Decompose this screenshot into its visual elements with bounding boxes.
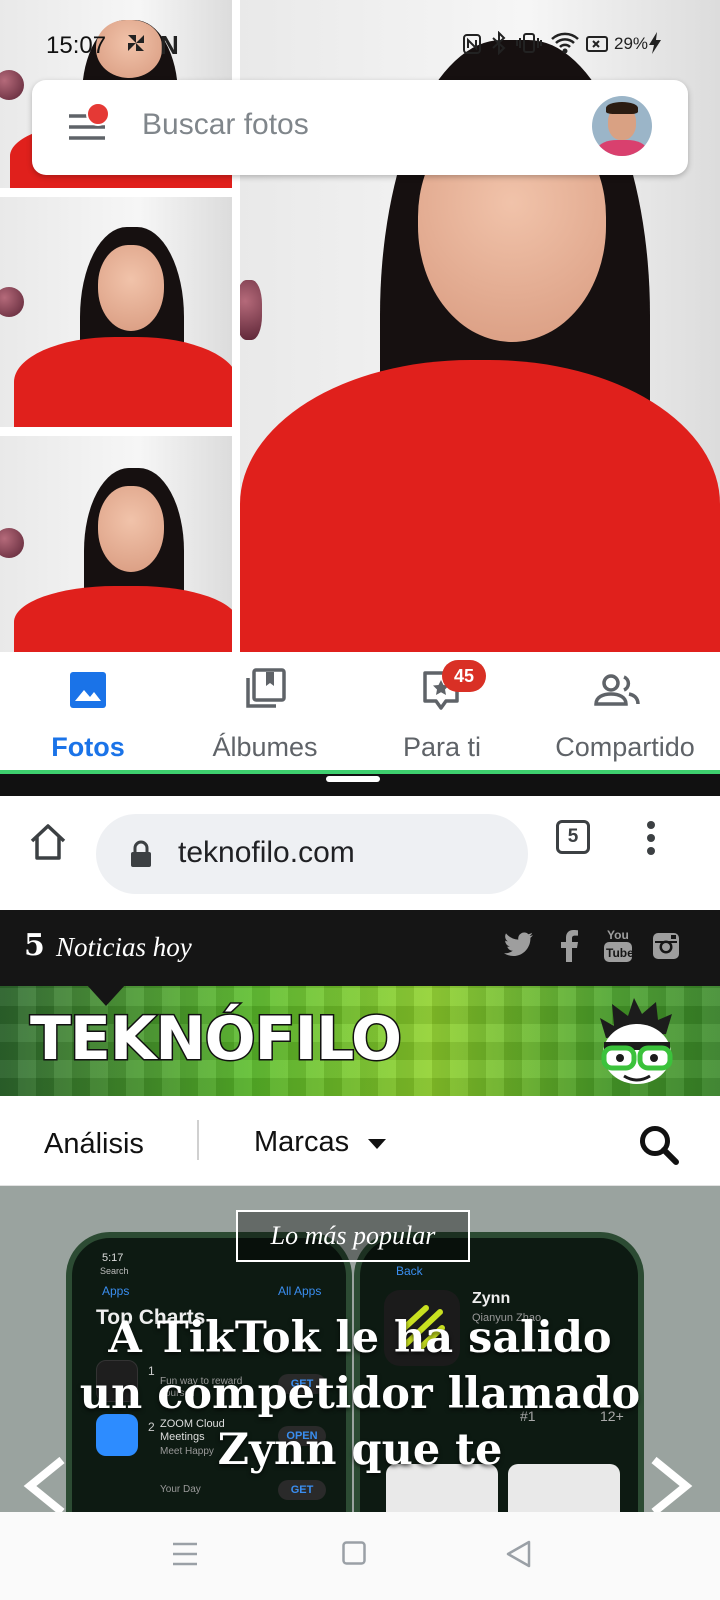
instagram-icon[interactable]	[652, 932, 680, 960]
twitter-icon[interactable]	[504, 932, 534, 958]
article-headline[interactable]: A TikTok le ha salido un competidor llam…	[70, 1310, 650, 1478]
popular-tag: Lo más popular	[236, 1210, 470, 1262]
home-button-icon[interactable]	[342, 1541, 366, 1565]
tab-para-ti[interactable]: 45 Para ti	[354, 660, 530, 770]
netflix-icon: N	[160, 30, 179, 60]
vibrate-icon	[516, 32, 542, 54]
site-logo-banner[interactable]: TEKNÓFILO	[0, 986, 720, 1096]
status-bar: 15:07 N 29%	[0, 0, 720, 62]
tab-label: Fotos	[51, 732, 125, 762]
svg-text:You: You	[607, 928, 629, 942]
tab-fotos[interactable]: Fotos	[0, 666, 176, 770]
phone-back-link: Back	[396, 1264, 423, 1278]
facebook-icon[interactable]	[560, 930, 578, 962]
caret-down-icon[interactable]	[368, 1139, 386, 1149]
phone-apps-link: Apps	[102, 1284, 130, 1298]
tab-label: Compartido	[555, 732, 695, 762]
search-input[interactable]: Buscar fotos	[142, 108, 309, 142]
split-screen-divider[interactable]	[0, 770, 720, 796]
youtube-icon[interactable]: You Tube	[604, 926, 632, 964]
albums-icon	[244, 668, 286, 710]
avatar[interactable]	[592, 96, 652, 156]
status-time: 15:07	[46, 32, 107, 59]
wifi-icon	[550, 31, 580, 55]
battery-percent: 29%	[614, 34, 649, 53]
divider-handle[interactable]	[326, 776, 380, 782]
tab-compartido[interactable]: Compartido	[530, 666, 720, 770]
phone-time: 5:17	[102, 1252, 124, 1264]
featured-article[interactable]: 5:17 Search Apps All Apps Top Charts 1 F…	[0, 1186, 720, 1512]
photo-thumbnail[interactable]	[0, 436, 232, 652]
phone-back-label: Search	[100, 1266, 129, 1276]
site-menu: Análisis Marcas	[0, 1096, 720, 1186]
phone-all-apps: All Apps	[278, 1284, 322, 1298]
search-icon[interactable]	[638, 1124, 680, 1166]
back-icon[interactable]	[506, 1540, 532, 1568]
site-logo: TEKNÓFILO	[28, 1003, 403, 1076]
system-nav-bar	[0, 1512, 720, 1600]
tab-label: Para ti	[402, 732, 482, 762]
photo-thumbnail[interactable]	[0, 197, 232, 427]
pinwheel-icon	[124, 31, 148, 55]
phone-app-title: Zynn	[472, 1290, 511, 1307]
tab-albumes[interactable]: Álbumes	[176, 666, 354, 770]
charging-icon	[648, 31, 662, 55]
browser-toolbar: teknofilo.com 5	[0, 796, 720, 910]
photos-search-bar[interactable]: Buscar fotos	[32, 80, 688, 175]
address-bar[interactable]: teknofilo.com	[96, 814, 528, 894]
mascot-icon	[596, 998, 678, 1086]
news-count: 5	[24, 928, 45, 963]
url-text: teknofilo.com	[178, 836, 355, 869]
photos-bottom-nav: Fotos Álbumes 45 Para ti Compartido	[0, 660, 720, 770]
notification-dot	[86, 102, 110, 126]
battery-icon	[586, 34, 610, 54]
photo-icon	[70, 672, 106, 708]
menu-item-marcas[interactable]: Marcas	[254, 1126, 349, 1159]
photos-app: 15:07 N 29% Buscar fotos Fotos Álbumes 4…	[0, 0, 720, 770]
notification-badge: 45	[442, 660, 486, 692]
phone-sub: Your Day	[160, 1484, 201, 1495]
site-topbar: 5 Noticias hoy You Tube	[0, 910, 720, 986]
menu-item-analisis[interactable]: Análisis	[44, 1128, 144, 1161]
carousel-prev-icon[interactable]	[22, 1456, 66, 1512]
tab-count: 5	[567, 826, 579, 847]
shared-icon	[594, 674, 640, 706]
lock-icon	[130, 840, 152, 868]
nfc-icon	[462, 33, 482, 55]
svg-text:Tube: Tube	[606, 946, 632, 960]
news-today-link[interactable]: Noticias hoy	[56, 932, 192, 963]
tab-switcher-button[interactable]: 5	[556, 820, 590, 854]
bluetooth-icon	[490, 31, 508, 55]
phone-get-button: GET	[278, 1480, 326, 1500]
recent-apps-icon[interactable]	[172, 1542, 198, 1566]
menu-separator	[197, 1120, 199, 1160]
more-options-icon[interactable]	[646, 820, 656, 856]
tab-label: Álbumes	[212, 732, 318, 762]
carousel-next-icon[interactable]	[650, 1456, 694, 1512]
home-icon[interactable]	[28, 822, 68, 862]
